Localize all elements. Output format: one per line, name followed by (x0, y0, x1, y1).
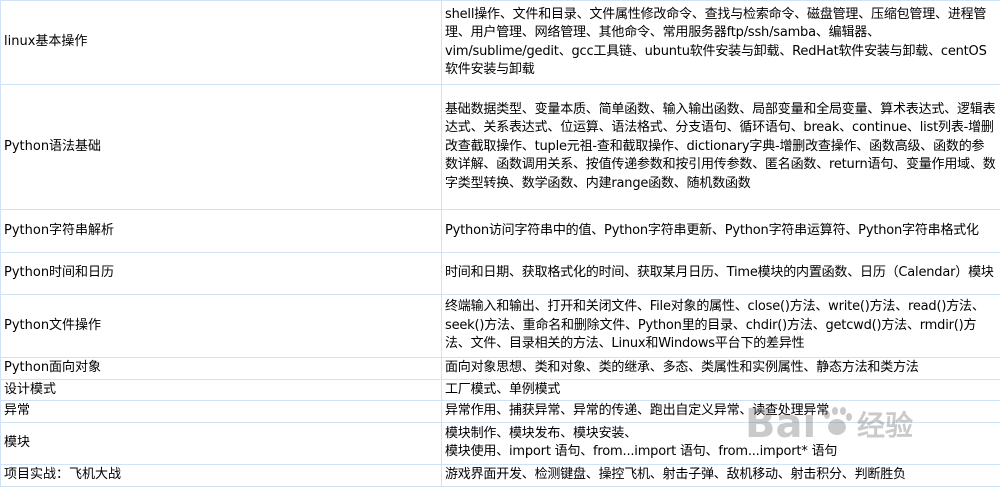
detail-cell: 模块制作、模块发布、模块安装、 模块使用、import 语句、from...im… (441, 421, 1000, 465)
detail-cell: 游戏界面开发、检测键盘、操控飞机、射击子弹、敌机移动、射击积分、判断胜负 (441, 463, 1000, 487)
detail-cell: 异常作用、捕获异常、异常的传递、跑出自定义异常、读查处理异常 (441, 400, 1000, 423)
detail-cell: 时间和日期、获取格式化的时间、获取某月日历、Time模块的内置函数、日历（Cal… (441, 252, 1000, 295)
table-row: Python文件操作 终端输入和输出、打开和关闭文件、File对象的属性、clo… (0, 294, 1000, 358)
table-row: 设计模式 工厂模式、单例模式 (0, 378, 1000, 401)
table-row: 异常 异常作用、捕获异常、异常的传递、跑出自定义异常、读查处理异常 (0, 400, 1000, 423)
topic-cell: 设计模式 (0, 378, 442, 401)
topic-cell: Python字符串解析 (0, 209, 442, 253)
topic-cell: Python文件操作 (0, 294, 442, 358)
topic-cell: 异常 (0, 400, 442, 423)
curriculum-table: linux基本操作 shell操作、文件和目录、文件属性修改命令、查找与检索命令… (0, 0, 1000, 487)
table-row: linux基本操作 shell操作、文件和目录、文件属性修改命令、查找与检索命令… (0, 0, 1000, 85)
detail-cell: shell操作、文件和目录、文件属性修改命令、查找与检索命令、磁盘管理、压缩包管… (441, 0, 1000, 85)
detail-cell: 终端输入和输出、打开和关闭文件、File对象的属性、close()方法、writ… (441, 294, 1000, 358)
topic-cell: 项目实战：飞机大战 (0, 463, 442, 487)
topic-cell: linux基本操作 (0, 0, 442, 85)
topic-cell: 模块 (0, 421, 442, 465)
detail-cell: 基础数据类型、变量本质、简单函数、输入输出函数、局部变量和全局变量、算术表达式、… (441, 84, 1000, 210)
table-row: Python语法基础 基础数据类型、变量本质、简单函数、输入输出函数、局部变量和… (0, 84, 1000, 210)
table-row: Python时间和日历 时间和日期、获取格式化的时间、获取某月日历、Time模块… (0, 252, 1000, 295)
detail-cell: 工厂模式、单例模式 (441, 378, 1000, 401)
table-row: 模块 模块制作、模块发布、模块安装、 模块使用、import 语句、from..… (0, 421, 1000, 465)
topic-cell: Python面向对象 (0, 357, 442, 380)
topic-cell: Python时间和日历 (0, 252, 442, 295)
detail-cell: Python访问字符串中的值、Python字符串更新、Python字符串运算符、… (441, 209, 1000, 253)
table-row: 项目实战：飞机大战 游戏界面开发、检测键盘、操控飞机、射击子弹、敌机移动、射击积… (0, 463, 1000, 487)
detail-cell: 面向对象思想、类和对象、类的继承、多态、类属性和实例属性、静态方法和类方法 (441, 357, 1000, 380)
table-row: Python字符串解析 Python访问字符串中的值、Python字符串更新、P… (0, 209, 1000, 253)
topic-cell: Python语法基础 (0, 84, 442, 210)
table-row: Python面向对象 面向对象思想、类和对象、类的继承、多态、类属性和实例属性、… (0, 357, 1000, 380)
